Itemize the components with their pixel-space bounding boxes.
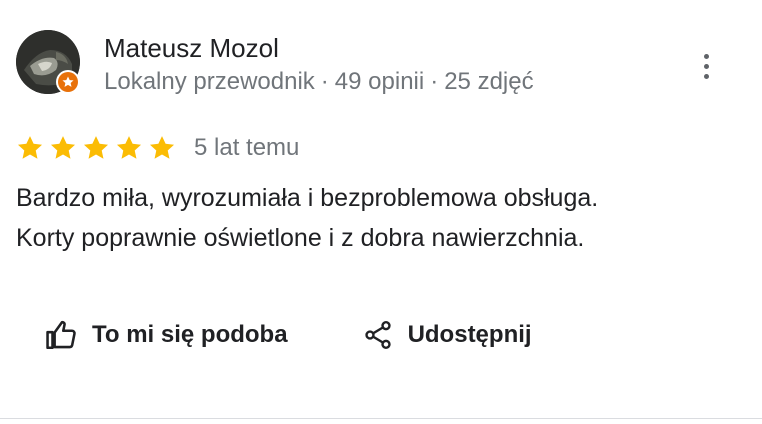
author-name[interactable]: Mateusz Mozol: [104, 32, 279, 64]
author-meta[interactable]: Lokalny przewodnik · 49 opinii · 25 zdjęć: [104, 66, 534, 98]
review-text-line: Korty poprawnie oświetlone i z dobra naw…: [16, 224, 585, 252]
star-rating: [16, 134, 176, 162]
like-button-label: To mi się podoba: [92, 321, 288, 348]
share-button[interactable]: Udostępnij: [354, 310, 540, 360]
meta-separator: ·: [430, 68, 439, 95]
more-vert-icon-dot: [703, 63, 709, 69]
author-reviews-count: 49 opinii: [334, 68, 425, 95]
review-text: Bardzo miła, wyrozumiała i bezproblemowa…: [16, 178, 746, 258]
thumb-up-icon: [46, 320, 76, 350]
review-text-line: Bardzo miła, wyrozumiała i bezproblemowa…: [16, 184, 599, 212]
divider: [0, 418, 762, 419]
like-button[interactable]: To mi się podoba: [36, 310, 296, 360]
author-avatar-wrap[interactable]: [16, 30, 80, 94]
star-icon: [83, 136, 109, 159]
share-button-label: Udostępnij: [407, 321, 532, 348]
star-icon: [50, 136, 76, 159]
star-icon: [149, 136, 175, 159]
share-icon: [364, 321, 391, 349]
more-options-button[interactable]: [690, 48, 722, 84]
review-card: Mateusz Mozol Lokalny przewodnik · 49 opin…: [0, 0, 762, 424]
author-role: Lokalny przewodnik: [104, 68, 315, 95]
local-guide-badge: [56, 70, 80, 94]
more-vert-icon-dot: [703, 53, 709, 59]
author-photos-count: 25 zdjęć: [444, 68, 534, 95]
review-actions: To mi się podoba Udostępnij: [36, 310, 540, 360]
meta-separator: ·: [320, 68, 329, 95]
review-date: 5 lat temu: [194, 134, 300, 161]
star-icon: [116, 136, 142, 159]
local-guide-star-icon: [62, 76, 74, 87]
star-icon: [17, 136, 43, 159]
more-vert-icon-dot: [703, 73, 709, 79]
rating-row: 5 lat temu: [16, 131, 299, 165]
